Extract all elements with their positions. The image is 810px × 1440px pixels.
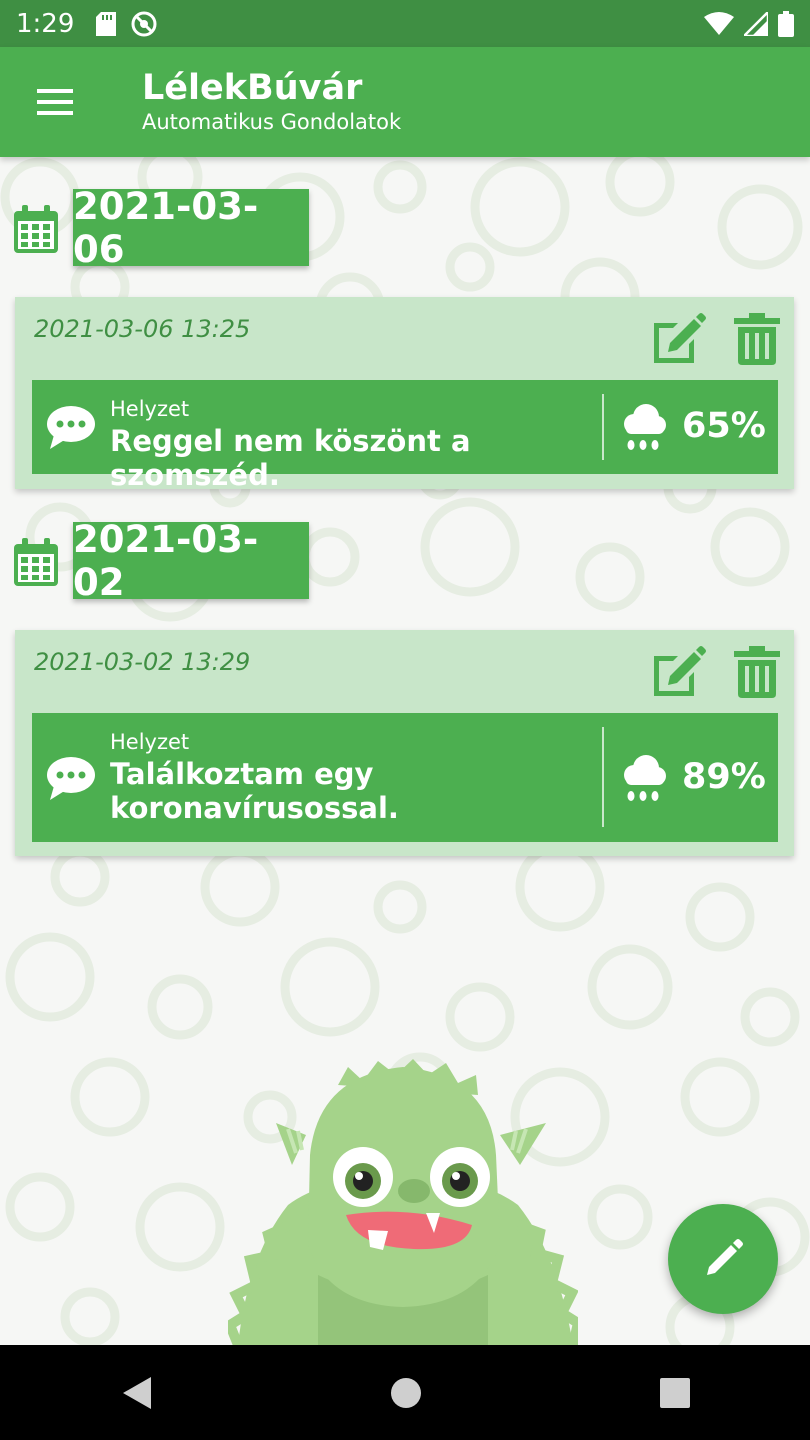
wifi-icon [704, 11, 734, 35]
edit-icon[interactable] [650, 313, 706, 365]
entry-card[interactable]: 2021-03-02 13:29 Helyzet Találkoztam egy… [15, 630, 794, 856]
situation-row: Helyzet Reggel nem köszönt a szomszéd. 6… [32, 380, 778, 492]
app-bar: LélekBúvár Automatikus Gondolatok [0, 47, 810, 157]
home-icon[interactable] [390, 1377, 422, 1409]
hamburger-menu-icon [37, 89, 73, 115]
delete-icon[interactable] [734, 313, 780, 365]
situation-text: Találkoztam egy koronavírusossal. [110, 757, 399, 825]
system-nav-bar [0, 1345, 810, 1440]
entry-card[interactable]: 2021-03-06 13:25 Helyzet Reggel nem kösz… [15, 297, 794, 492]
intensity-percent: 65% [682, 406, 766, 446]
calendar-icon [14, 538, 58, 586]
date-header: 2021-03-06 [73, 185, 309, 271]
entry-timestamp: 2021-03-06 13:25 [34, 315, 251, 343]
app-subtitle: Automatikus Gondolatok [142, 110, 402, 134]
situation-label: Helyzet [110, 397, 190, 421]
situation-label: Helyzet [110, 730, 190, 754]
sd-card-icon [96, 11, 117, 36]
date-header: 2021-03-02 [73, 518, 309, 604]
recents-icon[interactable] [659, 1377, 691, 1409]
situation-row: Helyzet Találkoztam egy koronavírusossal… [32, 713, 778, 842]
rain-cloud-icon [624, 404, 666, 450]
situation-text: Reggel nem köszönt a szomszéd. [110, 424, 471, 492]
status-bar: 1:29 [0, 0, 810, 47]
calendar-icon [14, 205, 58, 253]
pencil-icon [707, 1239, 743, 1275]
status-time: 1:29 [16, 8, 75, 39]
chat-bubble-icon [47, 757, 95, 800]
intensity-percent: 89% [682, 757, 766, 797]
menu-button[interactable] [0, 47, 110, 157]
edit-icon[interactable] [650, 646, 706, 698]
divider [602, 394, 604, 460]
signal-icon [744, 11, 768, 36]
back-icon[interactable] [119, 1375, 153, 1411]
chat-bubble-icon [47, 406, 95, 449]
divider [602, 727, 604, 827]
entry-timestamp: 2021-03-02 13:29 [34, 648, 251, 676]
no-sync-icon [131, 11, 157, 36]
delete-icon[interactable] [734, 646, 780, 698]
app-title: LélekBúvár [142, 68, 363, 108]
add-entry-fab[interactable] [668, 1204, 778, 1314]
battery-icon [778, 10, 794, 37]
monster-mascot-illustration [228, 1059, 578, 1345]
rain-cloud-icon [624, 755, 666, 801]
